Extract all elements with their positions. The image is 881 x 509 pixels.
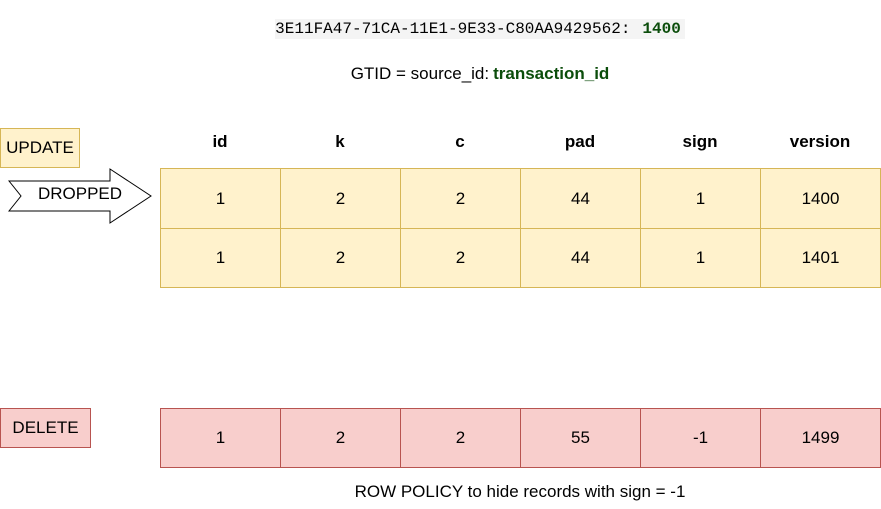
table-cell: 1 (640, 168, 760, 228)
table-row: 1 2 2 44 1 1401 (160, 228, 881, 288)
column-header: c (455, 132, 465, 151)
table-cell: 2 (400, 228, 520, 288)
table-cell: 1 (160, 168, 280, 228)
update-rows-table: 1 2 2 44 1 1400 1 2 2 44 1 1401 (160, 168, 881, 288)
gtid-transaction-id: 1400 (630, 19, 685, 39)
dropped-label: DROPPED (37, 184, 123, 203)
column-headers: id k c pad sign version (160, 132, 880, 156)
table-cell: 1499 (760, 408, 881, 468)
table-cell: 44 (520, 168, 640, 228)
delete-tag: DELETE (0, 408, 91, 448)
gtid-definition-prefix: GTID = source_id: (350, 64, 490, 83)
gtid-example: 3E11FA47-71CA-11E1-9E33-C80AA9429562: 140… (0, 19, 881, 39)
column-header: id (212, 132, 228, 151)
column-header: pad (564, 132, 596, 151)
table-cell: 2 (400, 168, 520, 228)
table-cell: 2 (280, 408, 400, 468)
table-cell: 44 (520, 228, 640, 288)
column-header: sign (682, 132, 718, 151)
table-cell: 2 (400, 408, 520, 468)
table-cell: 1 (640, 228, 760, 288)
table-cell: 55 (520, 408, 640, 468)
table-row: 1 2 2 44 1 1400 (160, 168, 881, 228)
table-row: 1 2 2 55 -1 1499 (160, 408, 881, 468)
gtid-source-id: 3E11FA47-71CA-11E1-9E33-C80AA9429562: (275, 19, 631, 39)
gtid-definition-transaction-id: transaction_id (493, 64, 610, 83)
table-cell: 2 (280, 168, 400, 228)
delete-rows-table: 1 2 2 55 -1 1499 (160, 408, 881, 468)
table-cell: 1401 (760, 228, 881, 288)
table-cell: 1 (160, 408, 280, 468)
update-tag: UPDATE (0, 128, 80, 168)
table-cell: 1 (160, 228, 280, 288)
column-header: version (789, 132, 851, 151)
table-cell: -1 (640, 408, 760, 468)
gtid-definition: GTID = source_id: transaction_id (0, 64, 881, 84)
row-policy-note: ROW POLICY to hide records with sign = -… (354, 482, 686, 501)
table-cell: 2 (280, 228, 400, 288)
table-cell: 1400 (760, 168, 881, 228)
column-header: k (335, 132, 345, 151)
